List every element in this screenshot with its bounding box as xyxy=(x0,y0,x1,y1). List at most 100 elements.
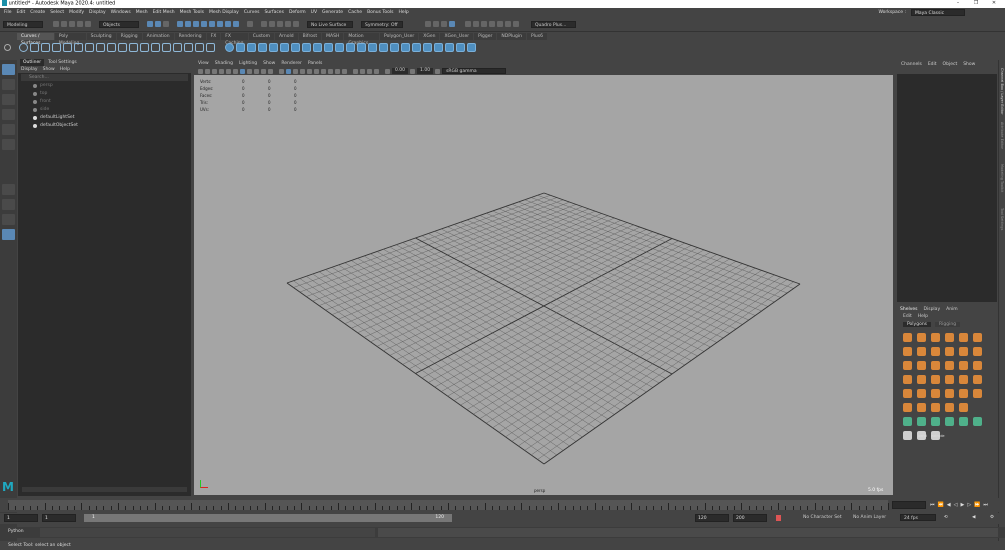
select-object-icon[interactable] xyxy=(155,21,161,27)
toggle-ui-icon-4[interactable] xyxy=(449,21,455,27)
poly-shelf-tool-icon[interactable] xyxy=(945,389,954,398)
poly-shelf-tool-icon[interactable] xyxy=(917,417,926,426)
cv-curve-icon[interactable] xyxy=(52,42,61,52)
undo-icon[interactable] xyxy=(77,21,83,27)
step-forward-key-icon[interactable]: ⏩ xyxy=(974,502,980,508)
tab-tool-settings-side[interactable]: Tool Settings xyxy=(1000,208,1004,230)
shelf-menu-help[interactable]: Help xyxy=(918,314,928,319)
tab-attribute-editor[interactable]: Attribute Editor xyxy=(1000,122,1004,149)
cut-curve-icon[interactable] xyxy=(206,42,215,52)
poly-shelf-tool-icon[interactable] xyxy=(931,333,940,342)
shelf-tab-plus6[interactable]: Plus6 xyxy=(526,32,547,40)
poly-shelf-tool-icon[interactable] xyxy=(959,347,968,356)
tab-display[interactable]: Display xyxy=(924,307,941,312)
snap-pivot-icon[interactable] xyxy=(225,21,231,27)
intersect-surfaces-icon[interactable] xyxy=(368,42,377,52)
step-forward-icon[interactable]: ▷ xyxy=(967,502,971,508)
loft-icon[interactable] xyxy=(302,42,311,52)
shelf-tab-ndplugin[interactable]: NDPlugin xyxy=(497,32,526,40)
workspace-dropdown[interactable]: Maya Classic xyxy=(911,9,965,16)
play-forward-icon[interactable]: ▶ xyxy=(960,502,964,508)
toggle-ui-icon-11[interactable] xyxy=(513,21,519,27)
arc-tool-icon[interactable] xyxy=(85,42,94,52)
time-slider[interactable]: ⏮ ⏪ ◀ ◁ ▶ ▷ ⏩ ⏭ xyxy=(0,498,1005,512)
toggle-ui-icon-6[interactable] xyxy=(473,21,479,27)
tab-channel-box[interactable]: Channel Box / Layer Editor xyxy=(1000,68,1004,115)
toggle-ui-icon-10[interactable] xyxy=(505,21,511,27)
poly-shelf-tool-icon[interactable] xyxy=(945,361,954,370)
snap-view-icon[interactable] xyxy=(201,21,207,27)
outliner-item-front[interactable]: front xyxy=(18,98,191,106)
insert-isoparm-icon[interactable] xyxy=(434,42,443,52)
nurbs-sphere-icon[interactable] xyxy=(225,42,234,52)
outliner-menu-help[interactable]: Help xyxy=(60,67,70,72)
move-tool-icon[interactable] xyxy=(2,109,15,120)
renderer-dropdown[interactable]: Quadro Plus... xyxy=(531,20,576,28)
menu-create[interactable]: Create xyxy=(30,10,45,15)
lasso-tool-icon[interactable] xyxy=(2,79,15,90)
poly-shelf-tool-icon[interactable] xyxy=(903,347,912,356)
snap-grid-icon[interactable] xyxy=(177,21,183,27)
shelf-tab-xgen-user[interactable]: XGen_User xyxy=(440,32,474,40)
poly-shelf-tool-icon[interactable] xyxy=(903,417,912,426)
menu-mesh-display[interactable]: Mesh Display xyxy=(209,10,239,15)
select-tool-icon[interactable] xyxy=(2,64,15,75)
nurbs-torus-icon[interactable] xyxy=(280,42,289,52)
poly-shelf-tool-icon[interactable] xyxy=(973,361,982,370)
poly-shelf-tool-icon[interactable] xyxy=(945,347,954,356)
poly-shelf-tool-icon[interactable] xyxy=(903,431,912,440)
menu-curves[interactable]: Curves xyxy=(244,10,260,15)
shelf-tab-pigger[interactable]: Pigger xyxy=(474,32,497,40)
shelf-tab-fx[interactable]: FX xyxy=(206,32,221,40)
cb-menu-show[interactable]: Show xyxy=(963,60,975,70)
poly-shelf-tool-icon[interactable] xyxy=(959,389,968,398)
tab-shelves[interactable]: Shelves xyxy=(900,307,918,312)
insert-knot-icon[interactable] xyxy=(129,42,138,52)
outliner-layout-icon[interactable] xyxy=(2,229,15,240)
command-language-label[interactable]: Python xyxy=(8,529,24,534)
tab-tool-settings[interactable]: Tool Settings xyxy=(45,59,80,66)
outliner-search-input[interactable]: Search... xyxy=(21,74,188,81)
shelf-tab-mash[interactable]: MASH xyxy=(322,32,344,40)
menu-file[interactable]: File xyxy=(4,10,12,15)
snap-curve-icon[interactable] xyxy=(185,21,191,27)
menu-bonus-tools[interactable]: Bonus Tools xyxy=(367,10,393,15)
bevel-plus-icon[interactable] xyxy=(346,42,355,52)
toggle-ui-icon-7[interactable] xyxy=(481,21,487,27)
poly-shelf-tool-icon[interactable] xyxy=(973,375,982,384)
select-component-icon[interactable] xyxy=(163,21,169,27)
step-back-key-icon[interactable]: ⏪ xyxy=(938,502,944,508)
subtab-polygons[interactable]: Polygons xyxy=(903,321,932,327)
close-button[interactable]: ✕ xyxy=(987,0,1001,6)
poly-shelf-tool-icon[interactable] xyxy=(917,375,926,384)
nurbs-circle-icon[interactable] xyxy=(19,42,28,52)
menu-mesh[interactable]: Mesh xyxy=(136,10,148,15)
extend-curve-icon[interactable] xyxy=(140,42,149,52)
playback-start-field[interactable]: 1 xyxy=(42,514,76,522)
pencil-curve-icon[interactable] xyxy=(63,42,72,52)
minimize-button[interactable]: – xyxy=(951,0,965,6)
menu-display[interactable]: Display xyxy=(89,10,106,15)
cb-menu-edit[interactable]: Edit xyxy=(928,60,937,70)
go-start-icon[interactable]: ⏮ xyxy=(930,502,935,508)
two-view-layout-icon[interactable] xyxy=(2,214,15,225)
subtab-rigging[interactable]: Rigging xyxy=(935,321,961,327)
anim-layer-dropdown[interactable]: No Anim Layer xyxy=(850,514,896,521)
poly-shelf-tool-icon[interactable] xyxy=(931,417,940,426)
nurbs-square-icon[interactable] xyxy=(30,42,39,52)
shelf-tab-fx-caching[interactable]: FX Caching xyxy=(221,32,248,46)
menu-uv[interactable]: UV xyxy=(311,10,317,15)
menu-surfaces[interactable]: Surfaces xyxy=(264,10,284,15)
playback-end-field[interactable]: 120 xyxy=(695,514,729,522)
poly-shelf-tool-icon[interactable] xyxy=(945,403,954,412)
poly-shelf-tool-icon[interactable] xyxy=(917,403,926,412)
menu-edit-mesh[interactable]: Edit Mesh xyxy=(153,10,175,15)
poly-shelf-tool-icon[interactable] xyxy=(959,417,968,426)
render-icon[interactable] xyxy=(261,21,267,27)
nurbs-cone-icon[interactable] xyxy=(258,42,267,52)
open-scene-icon[interactable] xyxy=(61,21,67,27)
open-close-icon[interactable] xyxy=(423,42,432,52)
rotate-tool-icon[interactable] xyxy=(2,124,15,135)
maximize-button[interactable]: ❐ xyxy=(969,0,983,6)
nurbs-cylinder-icon[interactable] xyxy=(247,42,256,52)
